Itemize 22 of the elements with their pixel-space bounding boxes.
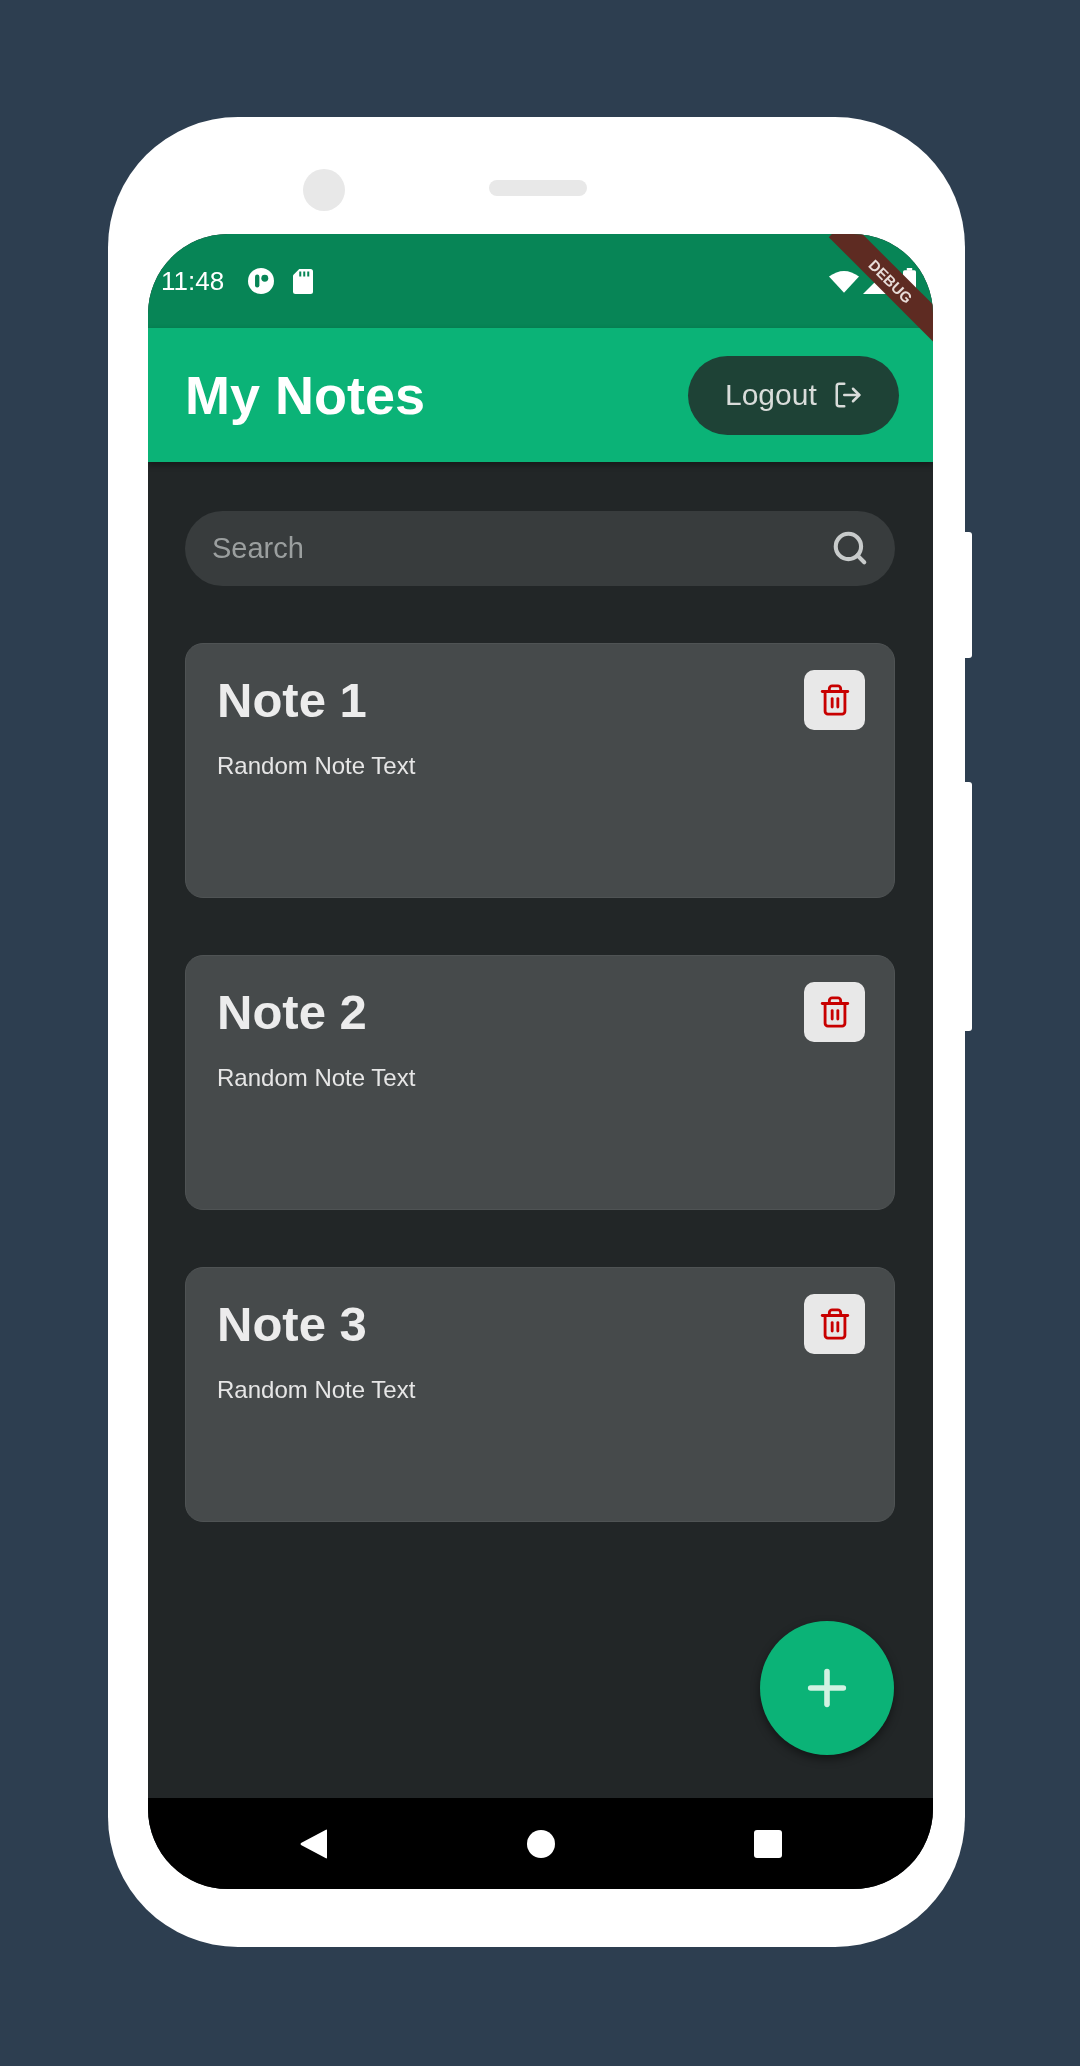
- note-title: Note 1: [217, 672, 368, 729]
- delete-button[interactable]: [804, 982, 865, 1042]
- note-title: Note 2: [217, 984, 368, 1041]
- note-card[interactable]: Note 1 Random Note Text: [185, 643, 895, 898]
- note-card[interactable]: Note 3 Random Note Text: [185, 1267, 895, 1522]
- note-text: Random Note Text: [217, 1375, 416, 1405]
- note-text: Random Note Text: [217, 751, 416, 781]
- status-time: 11:48: [161, 268, 225, 294]
- back-icon[interactable]: [299, 1828, 328, 1859]
- note-text: Random Note Text: [217, 1063, 416, 1093]
- round-app-icon: [248, 268, 275, 294]
- delete-button[interactable]: [804, 670, 865, 730]
- logout-button[interactable]: Logout: [688, 355, 899, 435]
- wifi-icon: [829, 269, 859, 293]
- note-title: Note 3: [217, 1296, 368, 1353]
- search-field[interactable]: Search: [185, 511, 895, 586]
- note-card[interactable]: Note 2 Random Note Text: [185, 955, 895, 1210]
- recents-icon[interactable]: [753, 1829, 782, 1858]
- home-icon[interactable]: [526, 1829, 555, 1858]
- delete-button[interactable]: [804, 1294, 865, 1354]
- sd-card-icon: [293, 268, 314, 294]
- search-icon[interactable]: [831, 529, 869, 567]
